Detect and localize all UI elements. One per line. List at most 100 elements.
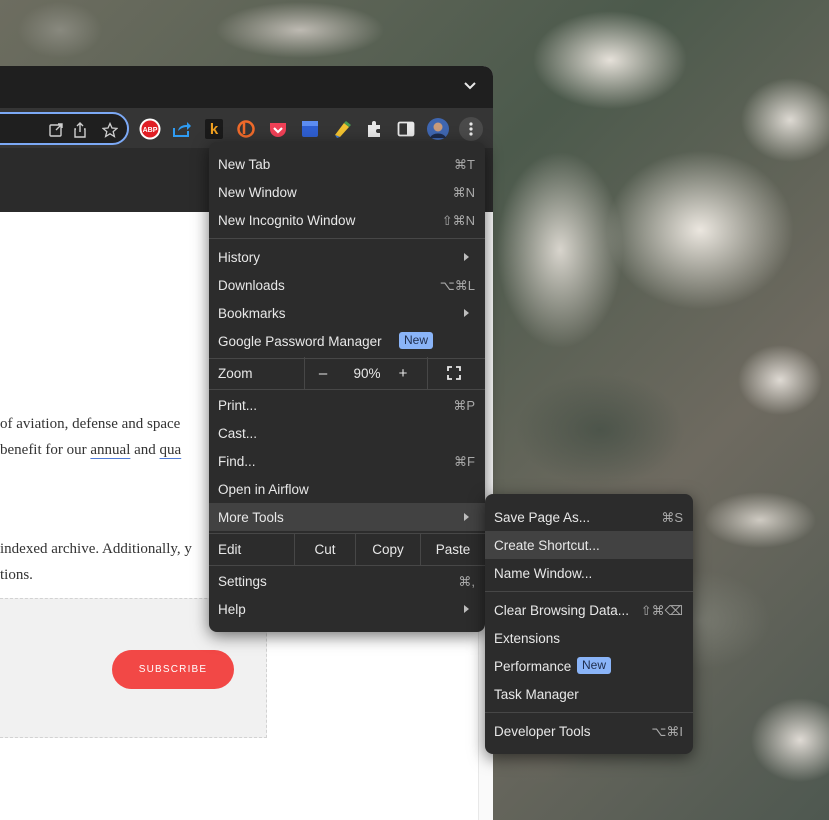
menu-separator [485,712,693,713]
menu-item-label: Extensions [494,631,561,646]
menu-item-shortcut: ⌘P [453,398,475,413]
article-text-line: of aviation, defense and space [0,416,181,432]
menu-item-save-page-as[interactable]: Save Page As... ⌘S [485,503,693,531]
menu-item-label: Create Shortcut... [494,538,600,553]
edit-row: Edit Cut Copy Paste [209,534,485,565]
menu-item-label: New Incognito Window [218,213,356,228]
menu-item-name-window[interactable]: Name Window... [485,559,693,587]
menu-separator [209,565,485,566]
paste-button[interactable]: Paste [421,534,485,565]
menu-item-label: New Window [218,185,297,200]
menu-item-new-incognito-window[interactable]: New Incognito Window ⇧⌘N [209,206,485,234]
highlighter-icon[interactable] [331,118,353,140]
annual-link[interactable]: annual [90,442,130,458]
menu-item-label: Name Window... [494,566,593,581]
chrome-main-menu: New Tab ⌘T New Window ⌘N New Incognito Win… [209,142,485,632]
article-text-line: benefit for our annual and qua [0,442,181,459]
menu-item-more-tools[interactable]: More Tools [209,503,485,531]
menu-item-shortcut: ⌘T [454,157,475,172]
zoom-divider [427,357,428,389]
sidepanel-icon[interactable] [395,118,417,140]
menu-separator [209,238,485,239]
menu-item-label: Task Manager [494,687,579,702]
menu-item-task-manager[interactable]: Task Manager [485,680,693,708]
menu-item-find[interactable]: Find... ⌘F [209,447,485,475]
menu-separator [485,591,693,592]
submenu-arrow-icon [464,605,469,613]
text-fragment: benefit for our [0,442,91,458]
menu-item-shortcut: ⇧⌘N [441,213,475,228]
zoom-out-button[interactable]: – [309,357,337,389]
menu-item-new-window[interactable]: New Window ⌘N [209,178,485,206]
article-text-line: indexed archive. Additionally, y [0,541,192,557]
menu-item-label: Help [218,602,246,617]
menu-item-bookmarks[interactable]: Bookmarks [209,299,485,327]
quarterly-link[interactable]: qua [160,442,182,458]
edit-label: Edit [218,542,242,557]
menu-item-password-manager[interactable]: Google Password Manager New [209,327,485,355]
menu-item-open-in-airflow[interactable]: Open in Airflow [209,475,485,503]
adblock-plus-icon[interactable]: ABP [139,118,161,140]
copy-button[interactable]: Copy [356,534,420,565]
menu-item-label: Google Password Manager [218,334,382,349]
menu-item-label: Bookmarks [218,306,286,321]
svg-text:k: k [210,121,219,138]
menu-item-shortcut: ⌘N [452,185,475,200]
address-bar[interactable] [0,112,129,145]
article-text-line: tions. [0,567,33,583]
menu-item-shortcut: ⌥⌘I [651,724,683,739]
menu-item-label: Downloads [218,278,285,293]
k-extension-icon[interactable]: k [203,118,225,140]
svg-text:ABP: ABP [143,127,158,134]
zoom-row: Zoom – 90% + [209,357,485,389]
tab-search-chevron-icon[interactable] [463,79,477,93]
menu-item-downloads[interactable]: Downloads ⌥⌘L [209,271,485,299]
fullscreen-icon[interactable] [439,357,469,389]
zoom-divider [304,357,305,389]
share-icon[interactable] [72,122,88,138]
b-extension-icon[interactable] [235,118,257,140]
puzzle-icon[interactable] [363,118,385,140]
open-in-icon[interactable] [48,122,64,138]
kebab-menu-icon[interactable] [459,117,483,141]
menu-item-label: Save Page As... [494,510,591,525]
menu-item-new-tab[interactable]: New Tab ⌘T [209,150,485,178]
profile-avatar[interactable] [427,118,449,140]
cut-button[interactable]: Cut [295,534,355,565]
menu-item-shortcut: ⌘F [454,454,475,469]
menu-item-label: More Tools [218,510,284,525]
bookmark-star-icon[interactable] [102,122,118,138]
menu-item-shortcut: ⌥⌘L [439,278,475,293]
menu-item-label: Performance [494,659,572,674]
zoom-label: Zoom [218,365,253,381]
menu-item-label: Cast... [218,426,258,441]
subscribe-button[interactable]: SUBSCRIBE [112,650,234,689]
more-tools-submenu: Save Page As... ⌘S Create Shortcut... Nam… [485,494,693,754]
menu-separator [209,389,485,390]
zoom-level-value: 90% [353,365,381,381]
menu-item-label: Print... [218,398,258,413]
menu-item-extensions[interactable]: Extensions [485,624,693,652]
menu-item-developer-tools[interactable]: Developer Tools ⌥⌘I [485,717,693,745]
menu-item-create-shortcut[interactable]: Create Shortcut... [485,531,693,559]
text-fragment: and [130,442,160,458]
submenu-arrow-icon [464,253,469,261]
menu-item-label: Open in Airflow [218,482,309,497]
menu-item-clear-browsing-data[interactable]: Clear Browsing Data... ⇧⌘⌫ [485,596,693,624]
menu-item-label: Clear Browsing Data... [494,603,630,618]
share-extension-icon[interactable] [171,118,193,140]
menu-item-shortcut: ⇧⌘⌫ [640,603,683,618]
menu-item-history[interactable]: History [209,243,485,271]
menu-item-label: New Tab [218,157,271,172]
menu-item-shortcut: ⌘, [458,574,475,589]
menu-item-print[interactable]: Print... ⌘P [209,391,485,419]
blue-extension-icon[interactable] [299,118,321,140]
menu-item-label: History [218,250,261,265]
menu-item-help[interactable]: Help [209,595,485,623]
menu-item-settings[interactable]: Settings ⌘, [209,567,485,595]
submenu-arrow-icon [464,309,469,317]
pocket-icon[interactable] [267,118,289,140]
menu-item-performance[interactable]: Performance New [485,652,693,680]
zoom-in-button[interactable]: + [389,357,417,389]
menu-item-cast[interactable]: Cast... [209,419,485,447]
